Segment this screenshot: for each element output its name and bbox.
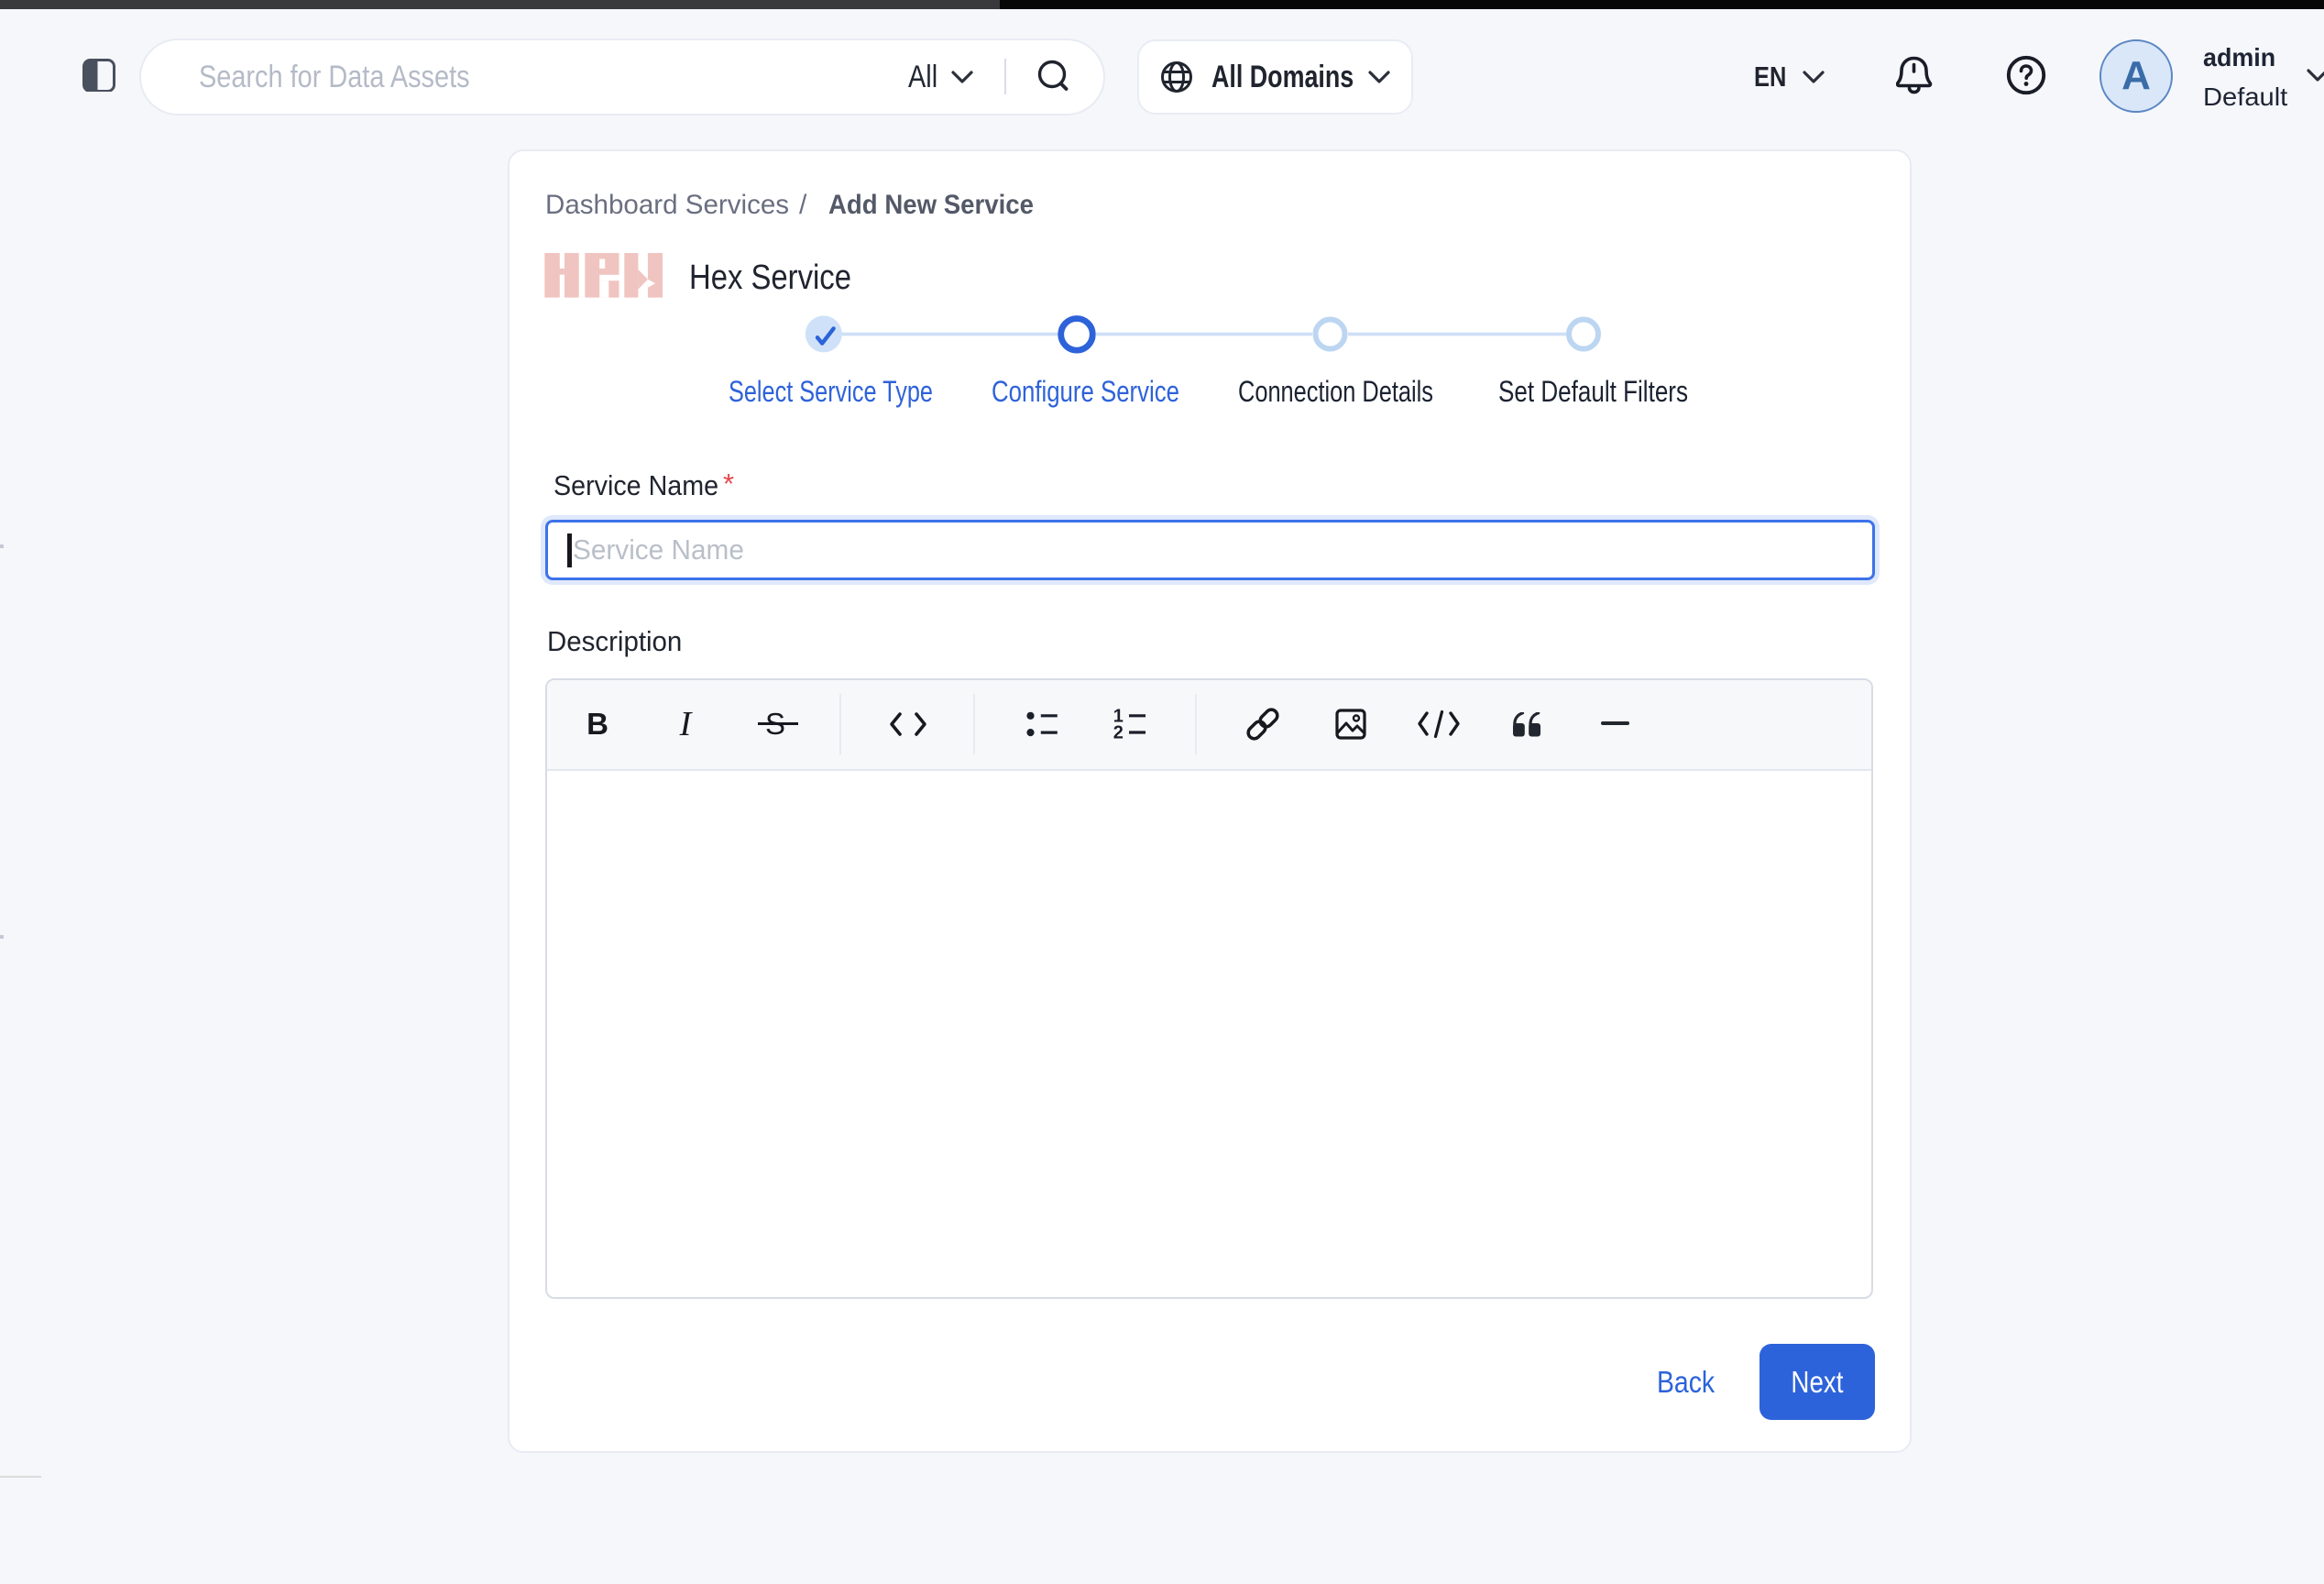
svg-text:2: 2 — [1113, 723, 1124, 742]
